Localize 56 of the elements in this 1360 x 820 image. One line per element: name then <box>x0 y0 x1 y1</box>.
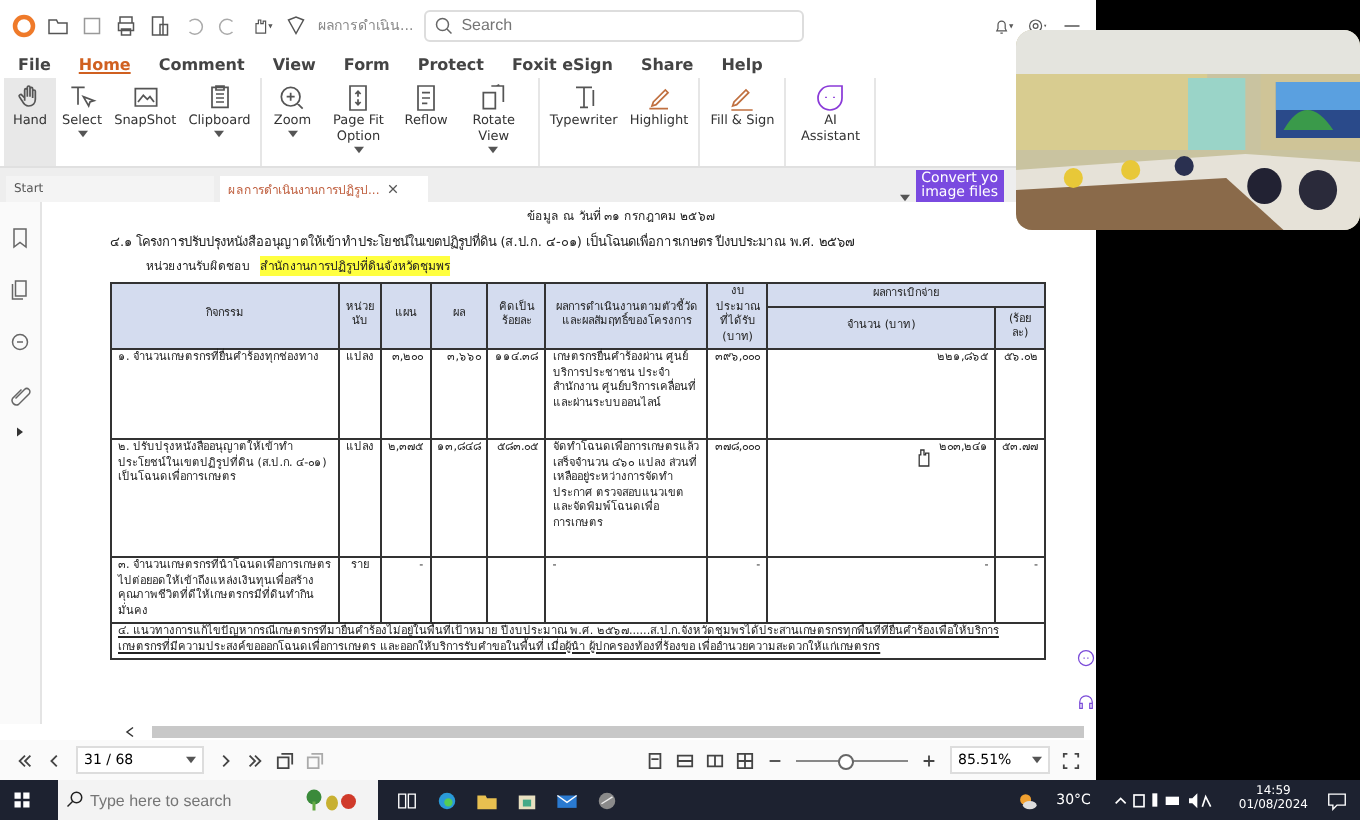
print-icon[interactable] <box>114 13 138 37</box>
headset-icon[interactable] <box>1076 692 1096 712</box>
hand-cursor-icon <box>916 448 932 468</box>
caret-icon <box>1032 756 1042 764</box>
app-logo-icon[interactable] <box>12 13 36 37</box>
edge-app-icon[interactable] <box>436 789 458 811</box>
rotate-icon <box>477 82 510 114</box>
notification-icon[interactable] <box>1326 789 1348 811</box>
menu-tab[interactable]: View <box>260 55 328 73</box>
scroll-left-icon[interactable] <box>124 726 136 738</box>
close-icon[interactable] <box>387 184 398 194</box>
zoom-icon <box>276 82 309 114</box>
menu-tab[interactable]: Foxit eSign <box>499 55 625 73</box>
other-app-icon[interactable] <box>596 789 618 811</box>
last-page-icon[interactable] <box>246 751 264 769</box>
start-icon[interactable] <box>12 790 32 810</box>
weather-icon[interactable] <box>1016 789 1039 811</box>
menu-tab[interactable]: Comment <box>146 55 257 73</box>
mail-app-icon[interactable] <box>556 789 578 811</box>
shield-icon <box>284 13 308 37</box>
folder-icon[interactable] <box>46 13 70 37</box>
fullscreen-icon[interactable] <box>1062 751 1080 769</box>
bookmark-icon[interactable] <box>8 226 32 250</box>
table-cell <box>430 557 488 624</box>
comment-icon[interactable] <box>8 330 32 354</box>
search-icon <box>431 13 456 37</box>
menu-tab[interactable]: Share <box>628 55 706 73</box>
facing-page-icon[interactable] <box>706 751 724 769</box>
menu-tab[interactable]: File <box>6 55 63 73</box>
menu-tab[interactable]: Home <box>66 55 143 73</box>
save-icon[interactable] <box>80 13 104 37</box>
expand-icon[interactable] <box>14 426 26 438</box>
caret-icon <box>186 756 196 764</box>
continuous-page-icon[interactable] <box>676 751 694 769</box>
hand-icon[interactable] <box>250 13 274 37</box>
grid-page-icon[interactable] <box>736 751 754 769</box>
vegetables-icon <box>302 788 362 812</box>
menu-tab[interactable]: Form <box>331 55 402 73</box>
chat-icon[interactable] <box>1076 648 1096 668</box>
assistant-icon <box>814 82 847 114</box>
slider-thumb[interactable] <box>838 753 855 769</box>
taskbar-search-field[interactable]: Type here to search <box>58 780 378 820</box>
task-app-icon[interactable] <box>396 789 418 811</box>
pages-icon[interactable] <box>8 278 32 302</box>
search-field[interactable]: Search <box>423 9 804 41</box>
single-page-icon[interactable] <box>646 751 664 769</box>
table-cell <box>487 557 546 624</box>
search-icon <box>66 790 84 808</box>
menu-tab[interactable]: Help <box>709 55 775 73</box>
zoom-in-icon[interactable] <box>920 751 938 769</box>
first-page-icon[interactable] <box>16 751 34 769</box>
document-icon[interactable] <box>148 13 172 37</box>
menu-tab[interactable]: Protect <box>405 55 496 73</box>
horizontal-scrollbar[interactable] <box>152 726 1084 738</box>
attachment-icon[interactable] <box>8 382 32 406</box>
copy-icon[interactable] <box>276 751 294 769</box>
